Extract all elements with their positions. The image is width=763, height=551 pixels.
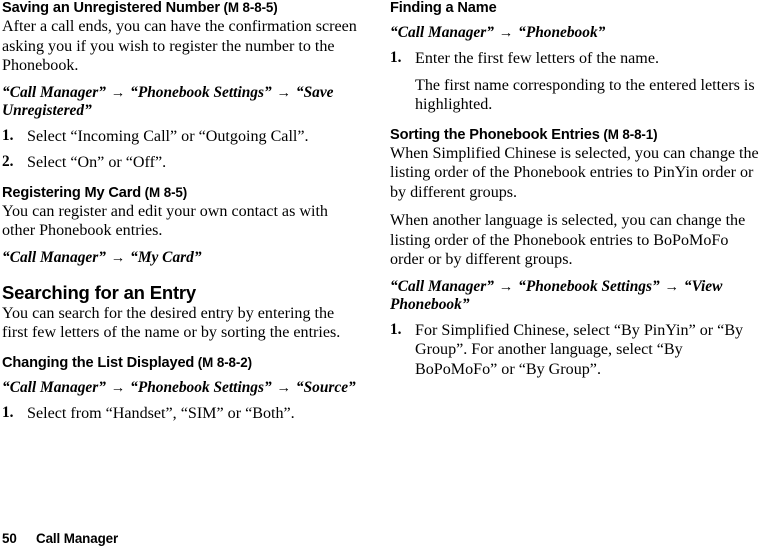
path-part-my-card: “My Card”	[130, 248, 202, 266]
paragraph-searching-for-an-entry: You can search for the desired entry by …	[2, 304, 341, 342]
heading-menu-code: (M 8-8-1)	[599, 126, 658, 142]
step-number: 1.	[2, 126, 14, 144]
left-column: Saving an Unregistered Number (M 8-8-5) …	[0, 0, 382, 423]
list-item: 1. For Simplified Chinese, select “By Pin…	[390, 321, 761, 380]
path-part-call-manager: “Call Manager”	[390, 24, 494, 42]
heading-saving-unregistered-number: Saving an Unregistered Number (M 8-8-5)	[2, 0, 364, 16]
step-text: Select “Incoming Call” or “Outgoing Call…	[27, 127, 309, 145]
paragraph-saving-unregistered: After a call ends, you can have the conf…	[2, 18, 357, 75]
manual-page: Saving an Unregistered Number (M 8-8-5) …	[0, 0, 763, 551]
menu-path-phonebook: “Call Manager” → “Phonebook”	[390, 24, 761, 42]
arrow-right-icon: →	[276, 379, 292, 396]
arrow-right-icon: →	[110, 84, 126, 101]
step-text: Enter the first few letters of the name.	[415, 49, 659, 67]
heading-text: Finding a Name	[390, 0, 497, 16]
arrow-right-icon: →	[276, 84, 292, 101]
steps-sorting-phonebook-entries: 1. For Simplified Chinese, select “By Pin…	[390, 321, 761, 380]
list-item: 1. Enter the first few letters of the nam…	[390, 49, 761, 115]
menu-path-save-unregistered: “Call Manager” → “Phonebook Settings” → …	[2, 84, 364, 120]
list-item: 1. Select “Incoming Call” or “Outgoing Ca…	[2, 127, 364, 147]
step-number: 2.	[2, 153, 14, 171]
right-column: Finding a Name “Call Manager” → “Phonebo…	[382, 0, 763, 379]
path-part-call-manager: “Call Manager”	[2, 248, 106, 266]
heading-finding-a-name: Finding a Name	[390, 0, 761, 16]
heading-text: Changing the List Displayed	[2, 354, 195, 371]
page-footer: 50 Call Manager	[2, 531, 118, 546]
heading-text: Registering My Card	[2, 184, 142, 201]
steps-changing-list-displayed: 1. Select from “Handset”, “SIM” or “Both”…	[2, 404, 364, 424]
steps-saving-unregistered: 1. Select “Incoming Call” or “Outgoing Ca…	[2, 127, 364, 173]
step-text: Select “On” or “Off”.	[27, 154, 167, 172]
heading-changing-the-list-displayed: Changing the List Displayed (M 8-8-2)	[2, 355, 364, 371]
paragraph-another-language: When another language is selected, you c…	[390, 212, 746, 269]
step-number: 1.	[390, 48, 402, 66]
heading-menu-code: (M 8-8-2)	[194, 354, 252, 370]
paragraph-simplified-chinese: When Simplified Chinese is selected, you…	[390, 144, 759, 201]
path-part-source: “Source”	[295, 378, 356, 396]
step-note: The first name corresponding to the ente…	[415, 76, 755, 114]
list-item: 2. Select “On” or “Off”.	[2, 153, 364, 173]
path-part-phonebook-settings: “Phonebook Settings”	[130, 378, 272, 396]
step-number: 1.	[2, 403, 14, 421]
heading-registering-my-card: Registering My Card (M 8-5)	[2, 185, 364, 201]
list-item: 1. Select from “Handset”, “SIM” or “Both”…	[2, 404, 364, 424]
arrow-right-icon: →	[110, 379, 126, 396]
path-part-phonebook-settings: “Phonebook Settings”	[130, 83, 272, 101]
path-part-call-manager: “Call Manager”	[390, 277, 494, 295]
heading-menu-code: (M 8-5)	[141, 184, 188, 200]
step-text: Select from “Handset”, “SIM” or “Both”.	[27, 404, 295, 422]
page-number: 50	[2, 531, 17, 546]
heading-searching-for-an-entry: Searching for an Entry	[2, 281, 197, 303]
arrow-right-icon: →	[498, 25, 514, 42]
arrow-right-icon: →	[498, 278, 514, 295]
heading-text: Sorting the Phonebook Entries	[390, 126, 600, 143]
steps-finding-a-name: 1. Enter the first few letters of the nam…	[390, 49, 761, 115]
menu-path-source: “Call Manager” → “Phonebook Settings” → …	[2, 379, 364, 397]
step-number: 1.	[390, 320, 402, 338]
heading-menu-code: (M 8-8-5)	[219, 0, 278, 15]
heading-text: Saving an Unregistered Number	[2, 0, 220, 16]
two-column-body: Saving an Unregistered Number (M 8-8-5) …	[0, 0, 763, 423]
path-part-phonebook: “Phonebook”	[518, 24, 606, 42]
path-part-call-manager: “Call Manager”	[2, 378, 106, 396]
menu-path-view-phonebook: “Call Manager” → “Phonebook Settings” → …	[390, 278, 761, 314]
path-part-call-manager: “Call Manager”	[2, 83, 106, 101]
arrow-right-icon: →	[110, 249, 126, 266]
paragraph-registering-my-card: You can register and edit your own conta…	[2, 202, 328, 240]
heading-sorting-phonebook-entries: Sorting the Phonebook Entries (M 8-8-1)	[390, 127, 761, 143]
path-part-phonebook-settings: “Phonebook Settings”	[518, 277, 660, 295]
footer-section-title: Call Manager	[36, 531, 119, 546]
menu-path-my-card: “Call Manager” → “My Card”	[2, 249, 364, 267]
step-text: For Simplified Chinese, select “By PinYi…	[415, 321, 744, 378]
arrow-right-icon: →	[664, 278, 680, 295]
